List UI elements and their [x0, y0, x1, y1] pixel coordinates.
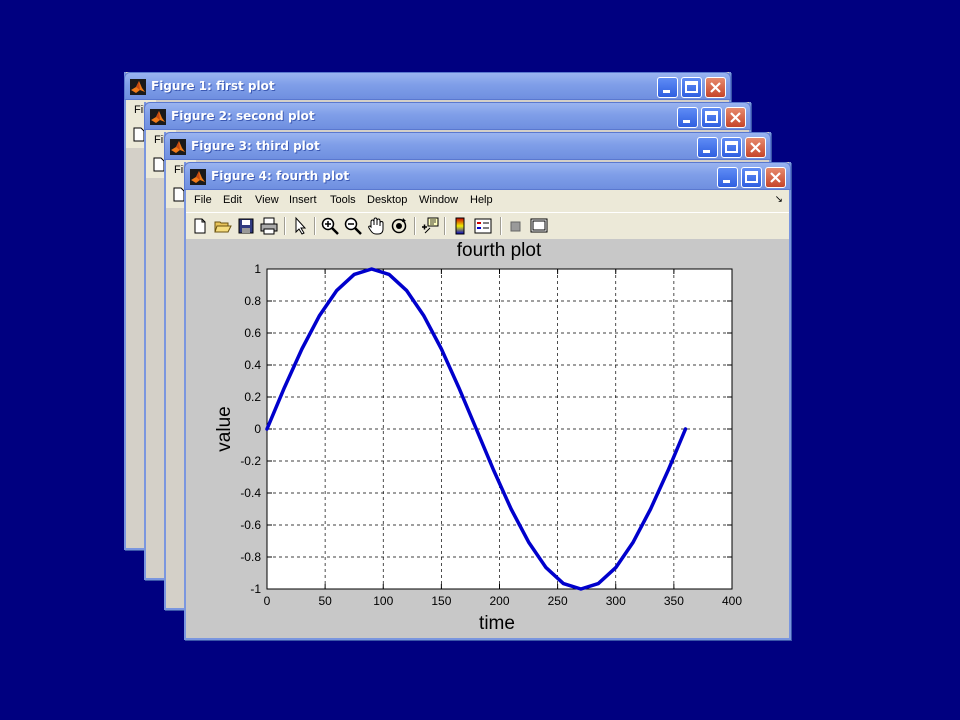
x-tick-label: 300: [606, 594, 626, 608]
menu-tools[interactable]: Tools: [330, 194, 356, 206]
menu-view[interactable]: View: [255, 194, 279, 206]
plot-axes[interactable]: fourth plot 0 50 100 150 200 250 300 350 400 -1 -0…: [186, 239, 785, 636]
x-tick-label: 100: [373, 594, 393, 608]
y-tick-label: -0.8: [240, 550, 261, 564]
hide-plot-tools-icon[interactable]: [506, 216, 526, 236]
rotate-3d-icon[interactable]: [389, 216, 409, 236]
window-title: Figure 3: third plot: [191, 139, 320, 153]
minimize-button[interactable]: [677, 107, 698, 128]
data-cursor-icon[interactable]: [420, 216, 440, 236]
maximize-button[interactable]: [681, 77, 702, 98]
x-tick-label: 50: [318, 594, 332, 608]
x-axis-label: time: [479, 613, 515, 634]
window-title: Figure 4: fourth plot: [211, 169, 350, 183]
zoom-in-icon[interactable]: [320, 216, 340, 236]
menu-edit[interactable]: Edit: [223, 194, 242, 206]
toolbar-separator: [414, 217, 416, 235]
window-title: Figure 1: first plot: [151, 79, 275, 93]
minimize-button[interactable]: [657, 77, 678, 98]
y-tick-label: -0.6: [240, 518, 261, 532]
y-tick-label: -1: [250, 582, 261, 596]
y-tick-label: 0.2: [244, 390, 261, 404]
matlab-icon: [170, 139, 186, 155]
minimize-button[interactable]: [697, 137, 718, 158]
x-tick-label: 400: [722, 594, 742, 608]
toolbar-separator: [500, 217, 502, 235]
minimize-button[interactable]: [717, 167, 738, 188]
y-tick-label: 1: [254, 262, 261, 276]
colorbar-icon[interactable]: [450, 216, 470, 236]
title-bar[interactable]: Figure 2: second plot: [144, 102, 751, 130]
y-tick-label: -0.4: [240, 486, 261, 500]
menu-insert[interactable]: Insert: [289, 194, 317, 206]
toolbar-separator: [444, 217, 446, 235]
x-tick-label: 150: [431, 594, 451, 608]
matlab-icon: [190, 169, 206, 185]
menu-desktop[interactable]: Desktop: [367, 194, 407, 206]
chart-title: fourth plot: [457, 240, 542, 261]
y-tick-label: 0.8: [244, 294, 261, 308]
new-file-icon[interactable]: [190, 216, 210, 236]
x-tick-label: 250: [548, 594, 568, 608]
open-folder-icon[interactable]: [213, 216, 233, 236]
legend-icon[interactable]: [473, 216, 493, 236]
zoom-out-icon[interactable]: [343, 216, 363, 236]
maximize-button[interactable]: [721, 137, 742, 158]
y-tick-label: 0.4: [244, 358, 261, 372]
x-tick-label: 0: [264, 594, 271, 608]
menu-file[interactable]: File: [194, 194, 212, 206]
figure-canvas[interactable]: fourth plot 0 50 100 150 200 250 300 350 400 -1 -0…: [186, 239, 789, 638]
close-button[interactable]: [745, 137, 766, 158]
menu-window[interactable]: Window: [419, 194, 458, 206]
y-tick-label: -0.2: [240, 454, 261, 468]
y-tick-label: 0: [254, 422, 261, 436]
matlab-icon: [150, 109, 166, 125]
show-plot-tools-icon[interactable]: [529, 216, 549, 236]
menu-help[interactable]: Help: [470, 194, 493, 206]
close-button[interactable]: [705, 77, 726, 98]
window-title: Figure 2: second plot: [171, 109, 315, 123]
menu-bar: File Edit View Insert Tools Desktop Wind…: [186, 190, 789, 212]
close-button[interactable]: [765, 167, 786, 188]
y-axis-label: value: [214, 406, 235, 451]
x-tick-label: 350: [664, 594, 684, 608]
title-bar[interactable]: Figure 1: first plot: [124, 72, 731, 100]
title-bar[interactable]: Figure 4: fourth plot: [184, 162, 791, 190]
save-icon[interactable]: [236, 216, 256, 236]
close-button[interactable]: [725, 107, 746, 128]
x-tick-label: 200: [489, 594, 509, 608]
print-icon[interactable]: [259, 216, 279, 236]
figure-window-4[interactable]: Figure 4: fourth plot File Edit View Ins…: [184, 162, 791, 640]
maximize-button[interactable]: [701, 107, 722, 128]
toolbar: [186, 212, 789, 240]
matlab-icon: [130, 79, 146, 95]
y-tick-label: 0.6: [244, 326, 261, 340]
toolbar-separator: [314, 217, 316, 235]
title-bar[interactable]: Figure 3: third plot: [164, 132, 771, 160]
pan-hand-icon[interactable]: [366, 216, 386, 236]
dock-arrow-icon[interactable]: ↘: [775, 194, 783, 205]
pointer-icon[interactable]: [290, 216, 310, 236]
toolbar-separator: [284, 217, 286, 235]
maximize-button[interactable]: [741, 167, 762, 188]
